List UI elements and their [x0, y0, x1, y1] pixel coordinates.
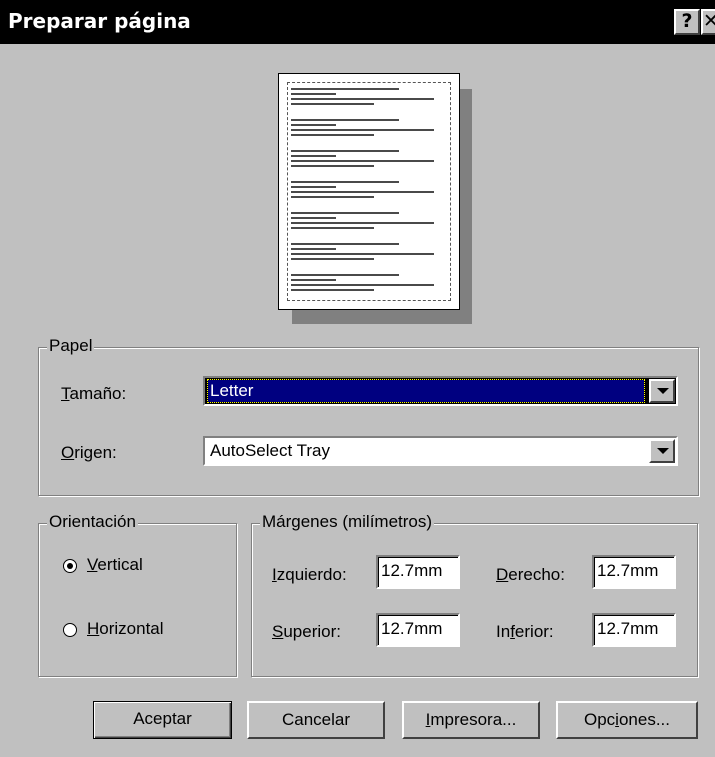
- preview-text-line: [291, 284, 434, 286]
- help-button[interactable]: ?: [674, 9, 700, 35]
- margins-group: Márgenes (milímetros): [251, 512, 699, 678]
- printer-button[interactable]: Impresora...: [402, 701, 540, 739]
- preview-text-line: [291, 274, 399, 276]
- page-setup-dialog: Preparar página ? ✕ Papel Tamaño: Letter…: [0, 0, 715, 757]
- title-bar[interactable]: Preparar página ? ✕: [0, 0, 715, 44]
- preview-text-line: [291, 181, 399, 183]
- ok-button[interactable]: Aceptar: [93, 701, 232, 739]
- preview-text-line: [291, 248, 336, 250]
- margins-group-label: Márgenes (milímetros): [260, 512, 435, 532]
- preview-text-line: [291, 165, 374, 167]
- close-button[interactable]: ✕: [701, 9, 715, 35]
- preview-text-line: [291, 98, 434, 100]
- margin-bottom-label: Inferior:: [496, 622, 554, 641]
- preview-text-line: [291, 150, 399, 152]
- preview-text-line: [291, 93, 336, 95]
- preview-text-line: [291, 217, 336, 219]
- source-dropdown-value: AutoSelect Tray: [210, 441, 331, 460]
- preview-text-line: [291, 243, 399, 245]
- preview-text-line: [291, 129, 434, 131]
- preview-text-line: [291, 119, 399, 121]
- margin-right-label: Derecho:: [496, 565, 565, 584]
- preview-text-line: [291, 289, 374, 291]
- preview-text-line: [291, 196, 374, 198]
- size-dropdown[interactable]: Letter: [203, 376, 678, 406]
- preview-text-line: [291, 258, 374, 260]
- preview-text-line: [291, 212, 399, 214]
- cancel-button[interactable]: Cancelar: [247, 701, 385, 739]
- portrait-label[interactable]: Vertical: [87, 555, 143, 575]
- page-preview: [278, 73, 460, 310]
- margin-top-label: Superior:: [272, 622, 341, 641]
- margin-left-label: Izquierdo:: [272, 565, 347, 584]
- source-label: Origen:: [61, 443, 117, 462]
- landscape-label[interactable]: Horizontal: [87, 619, 164, 639]
- preview-text-line: [291, 155, 336, 157]
- help-icon: ?: [681, 10, 693, 32]
- landscape-radio[interactable]: [63, 623, 77, 637]
- margin-top-input[interactable]: 12.7mm: [376, 613, 460, 647]
- preview-text-line: [291, 124, 336, 126]
- preview-text-line: [291, 186, 336, 188]
- preview-text-line: [291, 88, 399, 90]
- close-icon: ✕: [703, 10, 715, 32]
- preview-text-line: [291, 253, 434, 255]
- preview-text-line: [291, 103, 374, 105]
- orientation-group-label: Orientación: [47, 512, 138, 532]
- preview-text-line: [291, 279, 336, 281]
- margin-bottom-input[interactable]: 12.7mm: [592, 613, 676, 647]
- preview-text-line: [291, 227, 374, 229]
- source-dropdown[interactable]: AutoSelect Tray: [203, 436, 678, 466]
- margin-right-input[interactable]: 12.7mm: [592, 555, 676, 589]
- orientation-group: Orientación: [38, 512, 238, 678]
- margin-left-input[interactable]: 12.7mm: [376, 555, 460, 589]
- paper-group-label: Papel: [47, 336, 95, 356]
- size-dropdown-value: Letter: [207, 379, 645, 403]
- size-label: Tamaño:: [61, 384, 127, 403]
- window-title: Preparar página: [8, 9, 191, 33]
- options-button[interactable]: Opciones...: [556, 701, 698, 739]
- preview-text-line: [291, 222, 434, 224]
- preview-text-line: [291, 160, 434, 162]
- preview-text-line: [291, 191, 434, 193]
- preview-text-line: [291, 134, 374, 136]
- portrait-radio[interactable]: [63, 559, 77, 573]
- paper-group: Papel: [38, 336, 700, 497]
- chevron-down-icon[interactable]: [649, 379, 675, 403]
- chevron-down-icon[interactable]: [649, 439, 675, 463]
